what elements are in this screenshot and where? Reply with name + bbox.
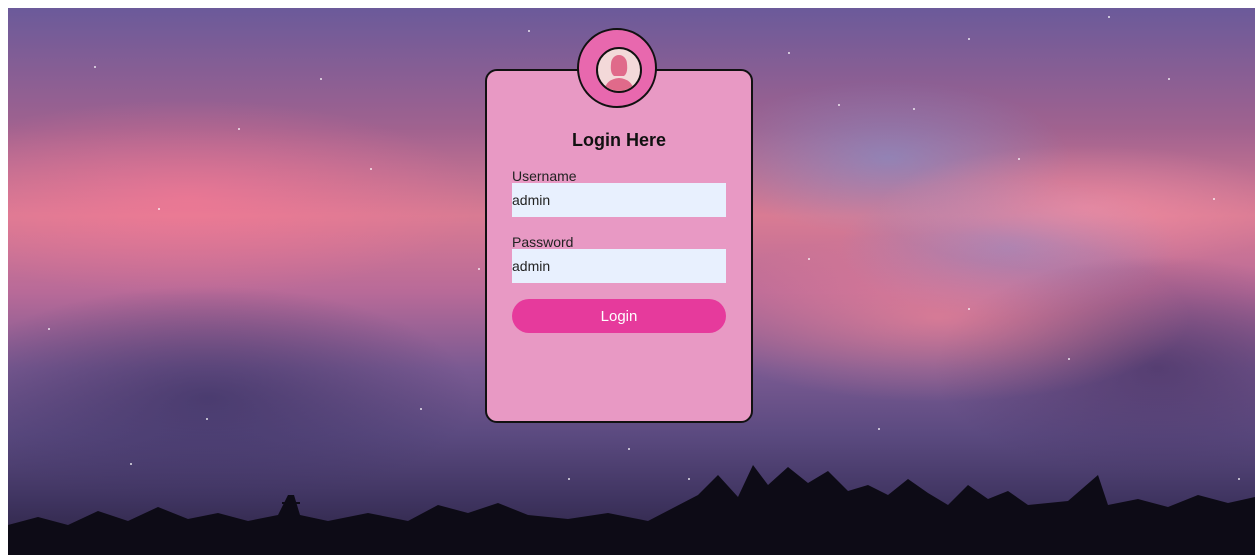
star [913,108,915,110]
star [788,52,790,54]
star [808,258,810,260]
star [1213,198,1215,200]
star [420,408,422,410]
avatar [577,28,657,108]
star [1168,78,1170,80]
star [838,104,840,106]
star [206,418,208,420]
star [94,66,96,68]
star [158,208,160,210]
login-title: Login Here [571,130,666,150]
password-input[interactable] [512,249,726,283]
star [370,168,372,170]
star [238,128,240,130]
star [1018,158,1020,160]
star [320,78,322,80]
star [48,328,50,330]
star [478,268,480,270]
username-label: Username [512,168,577,184]
login-button[interactable]: Login [512,299,726,333]
star [968,308,970,310]
star [628,448,630,450]
star [528,30,530,32]
star [1108,16,1110,18]
password-label: Password [512,234,574,250]
tree-silhouette [8,465,1255,555]
star [878,428,880,430]
username-input[interactable] [512,183,726,217]
star [968,38,970,40]
star [1068,358,1070,360]
user-avatar-icon [596,47,642,93]
